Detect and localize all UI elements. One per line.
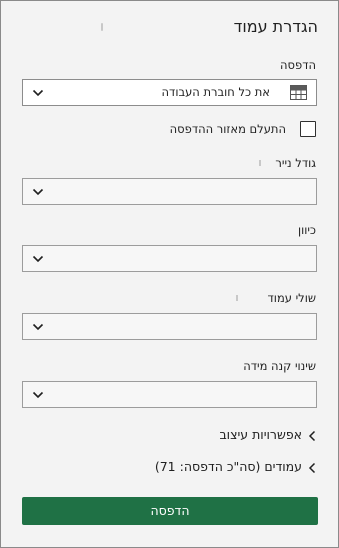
orientation-label: כיוון	[297, 223, 316, 237]
margins-dropdown[interactable]	[22, 313, 317, 340]
chevron-down-icon	[32, 188, 44, 195]
chevron-down-icon	[32, 89, 44, 96]
label-marker	[259, 160, 261, 166]
scaling-label: שינוי קנה מידה	[243, 359, 316, 373]
ignore-print-area-checkbox[interactable]	[300, 121, 316, 137]
chevron-down-icon	[32, 391, 44, 398]
label-marker	[236, 295, 238, 301]
print-what-dropdown[interactable]: את כל חוברת העבודה	[22, 79, 317, 106]
ignore-print-area-label: התעלם מאזור ההדפסה	[169, 122, 286, 136]
paper-size-dropdown[interactable]	[22, 178, 317, 205]
spreadsheet-grid-icon	[290, 85, 307, 100]
chevron-left-icon	[308, 462, 316, 474]
print-what-value: את כל חוברת העבודה	[161, 85, 270, 99]
print-button[interactable]: הדפסה	[22, 497, 318, 525]
margins-label: שולי עמוד	[267, 291, 316, 305]
paper-size-label: גודל נייר	[275, 156, 316, 170]
print-label: הדפסה	[280, 58, 316, 72]
page-setup-panel: הגדרת עמוד הדפסה את כל חוברת העבודה התעל…	[0, 0, 339, 548]
panel-title: הגדרת עמוד	[233, 17, 318, 36]
ignore-print-area-row[interactable]: התעלם מאזור ההדפסה	[16, 121, 316, 139]
chevron-down-icon	[32, 323, 44, 330]
orientation-dropdown[interactable]	[22, 245, 317, 272]
pages-label: עמודים (סה"כ הדפסה: 71)	[154, 459, 302, 474]
chevron-down-icon	[32, 255, 44, 262]
scaling-dropdown[interactable]	[22, 381, 317, 408]
chevron-left-icon	[308, 430, 316, 442]
formatting-options-expander[interactable]: אפשרויות עיצוב	[26, 427, 316, 445]
formatting-options-label: אפשרויות עיצוב	[219, 427, 302, 442]
title-marker	[101, 23, 103, 31]
pages-expander[interactable]: עמודים (סה"כ הדפסה: 71)	[26, 459, 316, 477]
